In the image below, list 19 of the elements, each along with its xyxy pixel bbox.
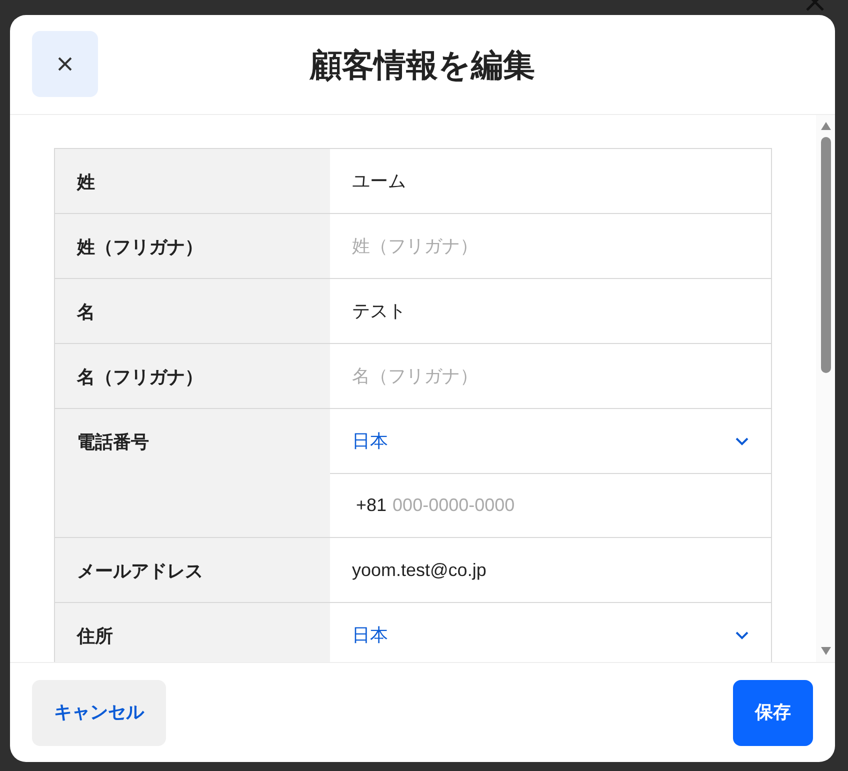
field-label: メールアドレス [77, 561, 203, 581]
field-label: 姓 [77, 172, 95, 192]
scroll-up-icon[interactable] [820, 121, 832, 131]
close-icon [57, 56, 73, 72]
chevron-down-icon [735, 630, 749, 640]
country-select[interactable]: 日本 [330, 409, 771, 473]
field-label: 名 [77, 302, 95, 322]
field-label: 名（フリガナ） [77, 367, 203, 387]
field-label: 住所 [77, 626, 113, 646]
save-button[interactable]: 保存 [733, 680, 813, 746]
scrollbar-thumb[interactable] [820, 137, 830, 373]
dialog-title: 顧客情報を編集 [310, 46, 535, 84]
chevron-down-icon [735, 436, 749, 446]
field-label: 姓（フリガナ） [77, 237, 203, 257]
country-select[interactable]: 日本 [330, 603, 771, 662]
scroll-down-icon[interactable] [820, 646, 832, 656]
cancel-button[interactable]: キャンセル [32, 680, 166, 746]
country-code: +81 [356, 494, 387, 517]
field-label: 電話番号 [77, 432, 149, 452]
